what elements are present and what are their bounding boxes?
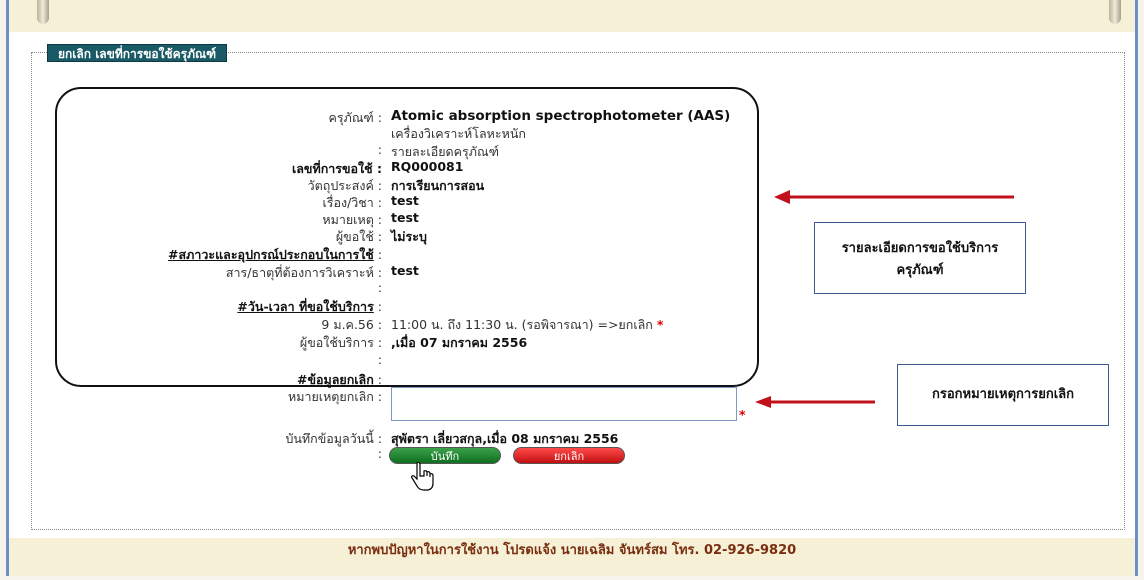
fieldset-legend: ยกเลิก เลขที่การขอใช้ครุภัณฑ์ xyxy=(47,44,228,62)
page-frame: ยกเลิก เลขที่การขอใช้ครุภัณฑ์ ครุภัณฑ์ :… xyxy=(6,0,1138,576)
cancel-reason-label: หมายเหตุยกเลิก : xyxy=(287,389,382,404)
equipment-label: ครุภัณฑ์ : xyxy=(328,110,382,125)
conditions-heading: #สภาวะและอุปกรณ์ประกอบในการใช้ : xyxy=(168,247,382,262)
date-label: 9 ม.ค.56 : xyxy=(321,317,382,332)
request-number-value: RQ000081 xyxy=(391,159,464,174)
note-value: test xyxy=(391,210,419,225)
main-content: ยกเลิก เลขที่การขอใช้ครุภัณฑ์ ครุภัณฑ์ :… xyxy=(9,32,1135,538)
details-callout-line2: ครุภัณฑ์ xyxy=(896,263,944,278)
blank-colon: : xyxy=(377,280,382,295)
equipment-name: Atomic absorption spectrophotometer (AAS… xyxy=(391,108,731,124)
detail-separator: : xyxy=(377,142,382,157)
service-requester-label: ผู้ขอใช้บริการ : xyxy=(299,335,382,350)
substance-value: test xyxy=(391,263,419,278)
details-callout-line1: รายละเอียดการขอใช้บริการ xyxy=(841,241,999,256)
details-callout: รายละเอียดการขอใช้บริการ ครุภัณฑ์ xyxy=(814,222,1026,294)
cancel-button[interactable]: ยกเลิก xyxy=(513,447,625,464)
hand-cursor-icon xyxy=(410,462,434,491)
details-pointer-arrow xyxy=(774,190,1014,204)
requester-value: ไม่ระบุ xyxy=(391,229,427,244)
footer-contact: หากพบปัญหาในการใช้งาน โปรดแจ้ง นายเฉลิม … xyxy=(9,538,1135,576)
left-scroll-roller xyxy=(37,0,49,24)
requester-label: ผู้ขอใช้ : xyxy=(335,229,382,244)
right-scroll-roller xyxy=(1109,0,1121,24)
date-required-star: * xyxy=(656,317,664,332)
reason-callout: กรอกหมายเหตุการยกเลิก xyxy=(897,364,1109,426)
buttons-colon: : xyxy=(377,446,382,461)
datetime-heading: #วัน-เวลา ที่ขอใช้บริการ : xyxy=(237,299,382,314)
reason-pointer-arrow xyxy=(755,396,875,408)
equipment-thai-name: เครื่องวิเคราะห์โลหะหนัก xyxy=(391,126,526,141)
record-value: สุพัตรา เลี่ยวสกุล,เมื่อ 08 มกราคม 2556 xyxy=(391,431,619,446)
date-value: 11:00 น. ถึง 11:30 น. (รอพิจารณา) =>ยกเล… xyxy=(391,317,664,332)
service-requester-value: ,เมื่อ 07 มกราคม 2556 xyxy=(391,335,528,350)
save-button[interactable]: บันทึก xyxy=(389,447,501,464)
subject-value: test xyxy=(391,193,419,208)
cancel-reason-required-star: * xyxy=(739,407,746,422)
cancel-reason-input[interactable] xyxy=(391,387,737,421)
cancel-colon: : xyxy=(377,352,382,367)
top-band xyxy=(9,0,1135,32)
